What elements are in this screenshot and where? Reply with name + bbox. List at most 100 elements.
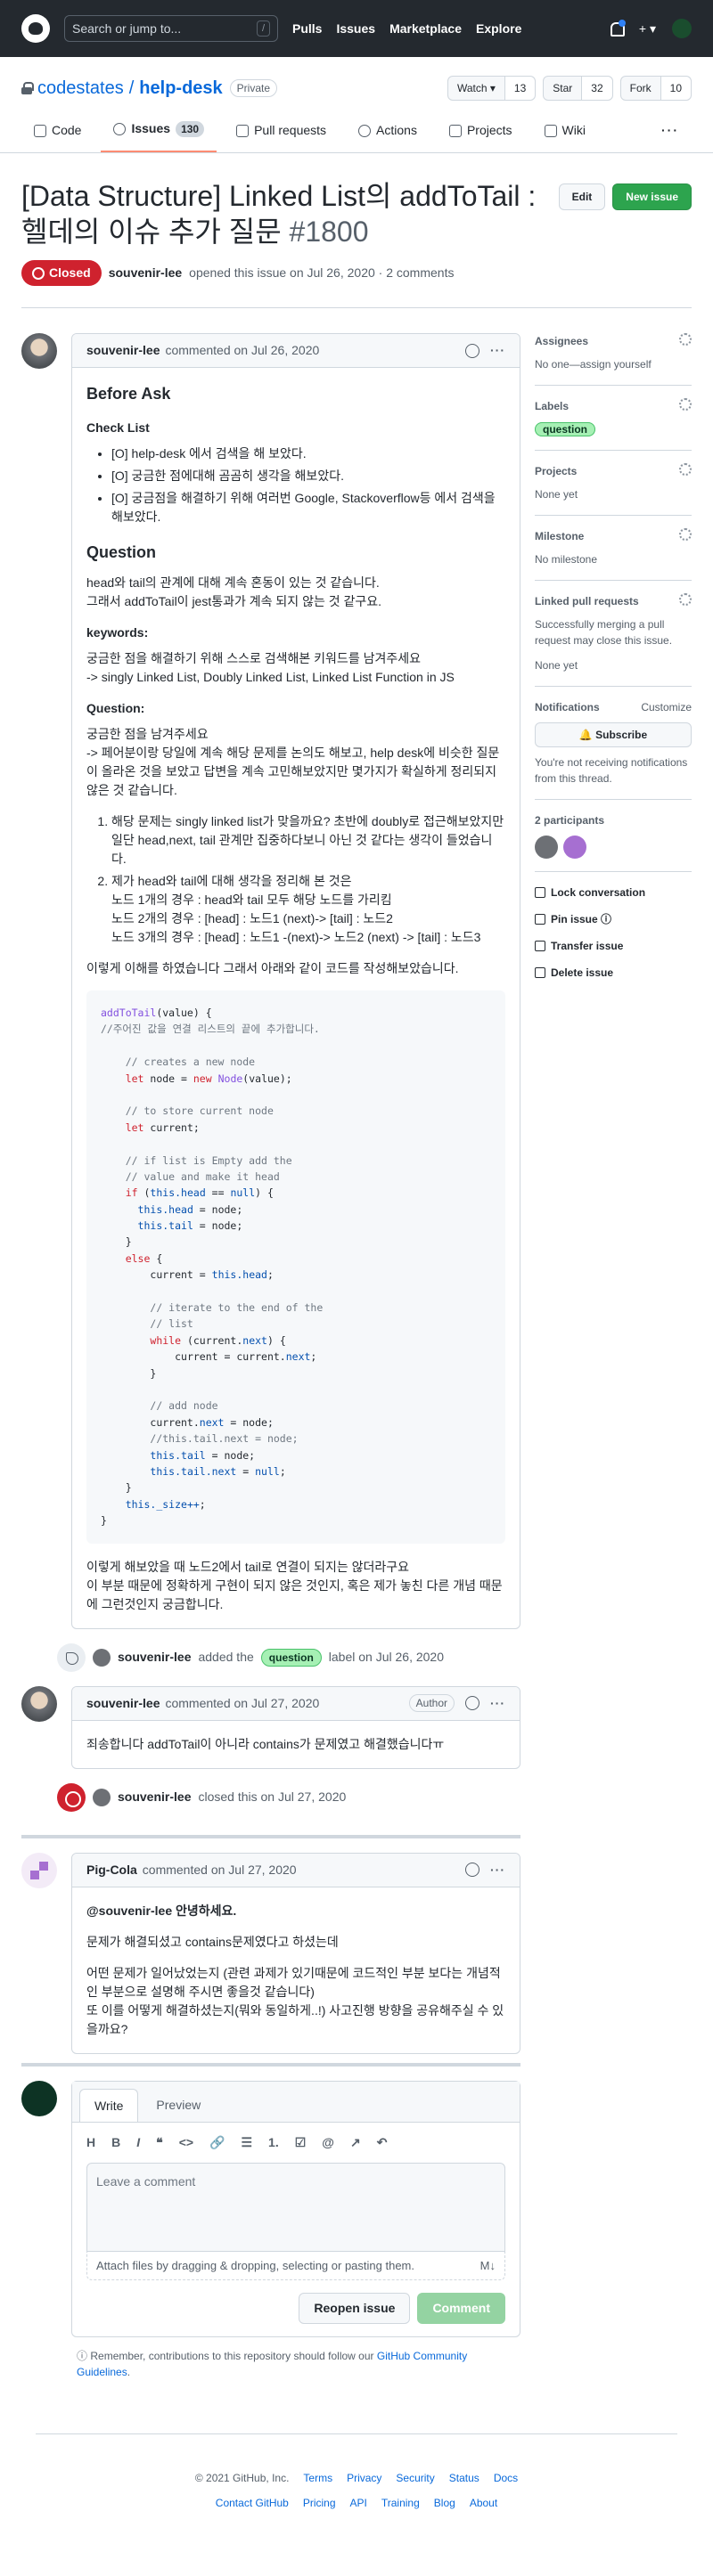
fork-count[interactable]: 10 [660, 77, 691, 100]
comment-body: @souvenir-lee 안녕하세요. 문제가 해결되셨고 contains문… [72, 1887, 520, 2053]
issue-author-link[interactable]: souvenir-lee [109, 264, 182, 282]
quote-icon[interactable]: ❝ [156, 2133, 163, 2152]
lock-conversation-link[interactable]: Lock conversation [535, 879, 692, 906]
sidebar-projects: Projects None yet [535, 451, 692, 516]
markdown-icon[interactable]: M↓ [480, 2257, 496, 2275]
watch-count[interactable]: 13 [504, 77, 536, 100]
mention-icon[interactable]: @ [322, 2133, 334, 2152]
event-actor-link[interactable]: souvenir-lee [118, 1648, 191, 1667]
emoji-reaction-icon[interactable] [465, 1696, 479, 1710]
footer-link-terms[interactable]: Terms [303, 2470, 332, 2486]
link-icon[interactable]: 🔗 [209, 2133, 225, 2152]
avatar[interactable] [563, 836, 586, 859]
repo-name-link[interactable]: help-desk [139, 75, 222, 102]
footer-link-blog[interactable]: Blog [434, 2495, 455, 2511]
sidebar-labels: Labels question [535, 386, 692, 451]
kebab-menu-icon[interactable]: ··· [490, 1861, 505, 1879]
bullet-list-icon[interactable]: ☰ [241, 2133, 252, 2152]
avatar[interactable] [21, 2080, 57, 2116]
user-avatar-menu[interactable] [672, 19, 692, 38]
gear-icon[interactable] [679, 528, 692, 541]
kebab-menu-icon[interactable]: ··· [490, 1694, 505, 1713]
issues-count: 130 [176, 120, 205, 137]
star-button[interactable]: Star 32 [543, 76, 613, 101]
tab-write[interactable]: Write [79, 2088, 139, 2122]
comment-author-link[interactable]: Pig-Cola [86, 1861, 137, 1879]
subscribe-button[interactable]: 🔔 Subscribe [535, 722, 692, 747]
gear-icon[interactable] [679, 463, 692, 476]
avatar[interactable] [93, 1648, 111, 1667]
tab-code[interactable]: Code [21, 114, 94, 152]
comment-header: souvenir-lee commented on Jul 27, 2020 A… [72, 1686, 520, 1721]
tab-preview[interactable]: Preview [142, 2089, 215, 2122]
comment-author-link[interactable]: souvenir-lee [86, 1694, 160, 1713]
footer-link-docs[interactable]: Docs [494, 2470, 518, 2486]
attach-files-area[interactable]: Attach files by dragging & dropping, sel… [86, 2251, 505, 2280]
code-icon[interactable]: <> [179, 2133, 193, 2152]
reopen-issue-button[interactable]: Reopen issue [299, 2293, 411, 2324]
reply-icon[interactable]: ↶ [377, 2133, 388, 2152]
avatar[interactable] [93, 1788, 111, 1806]
tab-pull-requests[interactable]: Pull requests [224, 114, 339, 152]
tab-projects[interactable]: Projects [437, 114, 525, 152]
code-icon [34, 124, 46, 137]
footer-link-status[interactable]: Status [449, 2470, 479, 2486]
question-label[interactable]: question [260, 1648, 322, 1667]
gear-icon[interactable] [679, 398, 692, 411]
event-actor-link[interactable]: souvenir-lee [118, 1788, 191, 1806]
reference-icon[interactable]: ↗ [350, 2133, 361, 2152]
repo-owner-link[interactable]: codestates [37, 75, 124, 102]
avatar[interactable] [21, 1852, 57, 1888]
bold-icon[interactable]: B [111, 2133, 120, 2152]
heading-icon[interactable]: H [86, 2133, 95, 2152]
avatar[interactable] [21, 1685, 57, 1722]
task-list-icon[interactable]: ☑ [295, 2133, 307, 2152]
github-logo-icon[interactable] [21, 14, 50, 43]
emoji-reaction-icon[interactable] [465, 343, 479, 358]
star-count[interactable]: 32 [581, 77, 612, 100]
fork-button[interactable]: Fork 10 [619, 76, 692, 101]
footer-link-security[interactable]: Security [396, 2470, 434, 2486]
nav-marketplace[interactable]: Marketplace [389, 20, 462, 38]
watch-button[interactable]: Watch ▾ 13 [447, 76, 537, 101]
customize-link[interactable]: Customize [641, 699, 692, 715]
comment-textarea[interactable]: Leave a comment [86, 2162, 505, 2252]
footer-link-api[interactable]: API [350, 2495, 367, 2511]
gear-icon[interactable] [679, 333, 692, 346]
notification-bell-icon[interactable] [609, 20, 626, 37]
footer-link-privacy[interactable]: Privacy [347, 2470, 381, 2486]
comment-button[interactable]: Comment [417, 2293, 505, 2324]
search-input[interactable]: Search or jump to... / [64, 15, 278, 42]
tab-wiki[interactable]: Wiki [532, 114, 598, 152]
nav-issues[interactable]: Issues [336, 20, 375, 38]
paragraph: 궁금한 점을 해결하기 위해 스스로 검색해본 키워드를 남겨주세요 -> sin… [86, 651, 455, 684]
question-label[interactable]: question [535, 422, 595, 436]
pin-issue-link[interactable]: Pin issue ⓘ [535, 906, 692, 933]
paragraph: 이렇게 해보았을 때 노드2에서 tail로 연결이 되지는 않더라구요 이 부분… [86, 1559, 503, 1611]
sidebar-linked-prs: Linked pull requests Successfully mergin… [535, 581, 692, 687]
italic-icon[interactable]: I [136, 2133, 140, 2152]
footer-link-pricing[interactable]: Pricing [303, 2495, 336, 2511]
footer-link-contact[interactable]: Contact GitHub [216, 2495, 289, 2511]
more-tabs-icon[interactable]: ··· [649, 114, 692, 152]
avatar[interactable] [535, 836, 558, 859]
nav-explore[interactable]: Explore [476, 20, 521, 38]
delete-issue-link[interactable]: Delete issue [535, 959, 692, 986]
footer-link-training[interactable]: Training [381, 2495, 420, 2511]
paragraph: 어떤 문제가 일어났었는지 (관련 과제가 있기때문에 코드적인 부분 보다는 … [86, 1965, 504, 2036]
tab-issues[interactable]: Issues 130 [101, 112, 217, 152]
footer-link-about[interactable]: About [470, 2495, 497, 2511]
kebab-menu-icon[interactable]: ··· [490, 341, 505, 360]
numbered-list-icon[interactable]: 1. [268, 2133, 279, 2152]
edit-button[interactable]: Edit [558, 183, 606, 210]
nav-pulls[interactable]: Pulls [292, 20, 322, 38]
new-issue-button[interactable]: New issue [612, 183, 692, 210]
create-new-menu[interactable]: + ▾ [639, 20, 656, 38]
avatar[interactable] [21, 333, 57, 369]
gear-icon[interactable] [679, 593, 692, 606]
emoji-reaction-icon[interactable] [465, 1863, 479, 1877]
author-badge: Author [408, 1694, 455, 1712]
tab-actions[interactable]: Actions [346, 114, 430, 152]
transfer-issue-link[interactable]: Transfer issue [535, 933, 692, 959]
comment-author-link[interactable]: souvenir-lee [86, 341, 160, 360]
